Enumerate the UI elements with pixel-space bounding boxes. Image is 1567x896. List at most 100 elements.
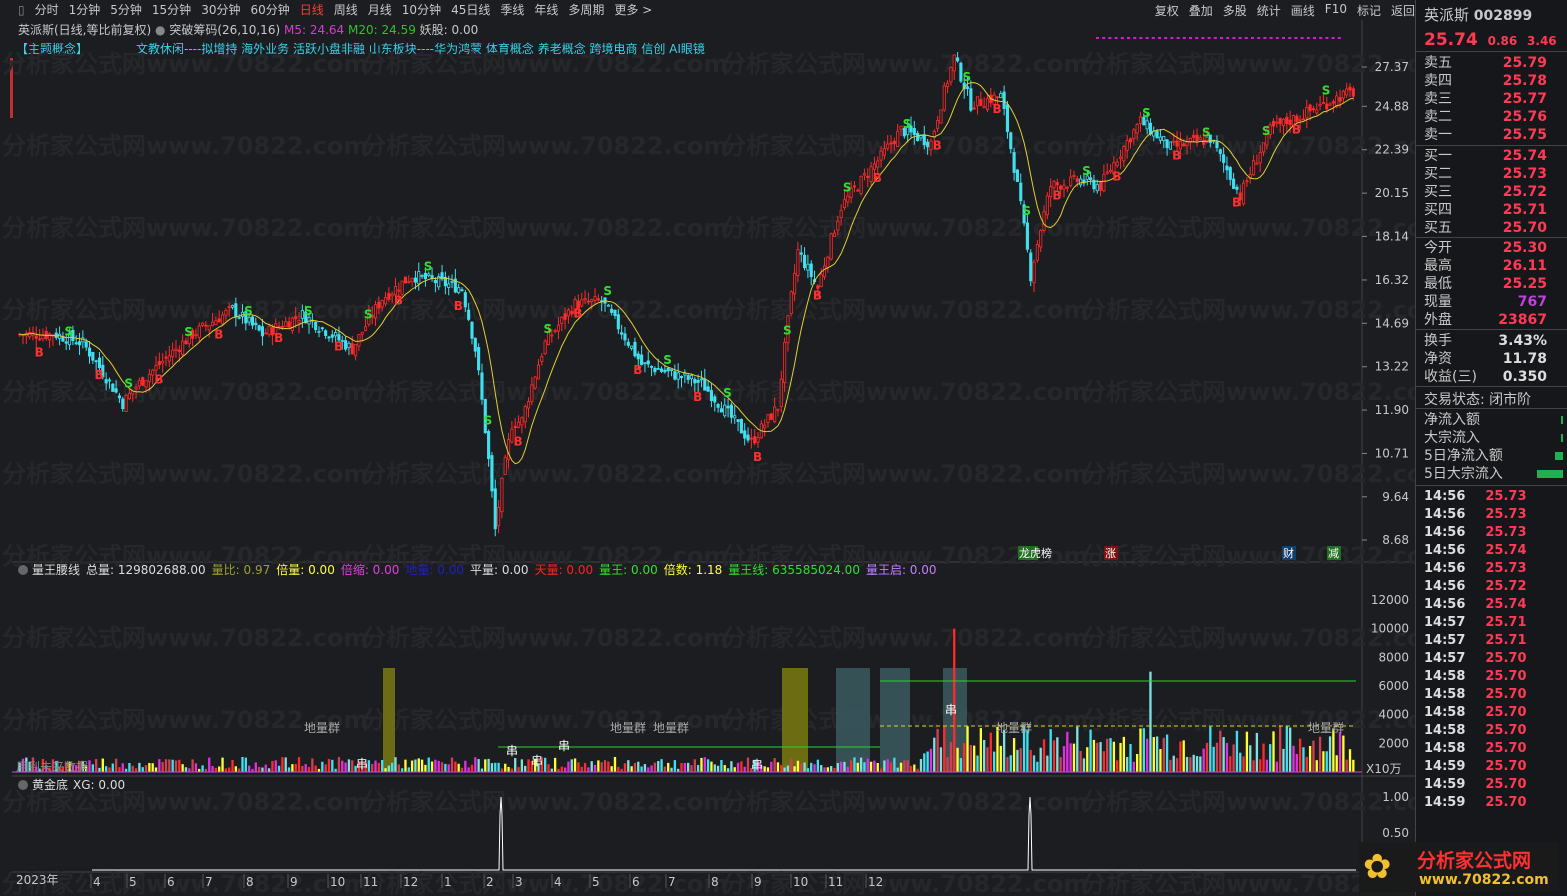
quote-value: 25.70	[1502, 220, 1547, 236]
date-axis-label: 6	[167, 875, 175, 889]
sell-signal: S	[424, 260, 433, 274]
signal-dot	[1102, 37, 1106, 39]
tick-price: 25.70	[1485, 741, 1527, 756]
volume-bar	[647, 767, 650, 772]
candle-body	[87, 347, 92, 357]
watermark-text: 分析家公式网www.70822.com	[722, 870, 1088, 896]
candle-body	[663, 369, 667, 373]
volume-bar	[1302, 747, 1305, 772]
volume-bar	[1032, 755, 1036, 772]
watermark-text: 分析家公式网www.70822.com	[1082, 706, 1415, 734]
volume-bar	[1002, 729, 1006, 772]
candle-body	[104, 379, 108, 384]
volume-bar	[1062, 746, 1066, 772]
volume-bar	[214, 767, 218, 772]
candle-body	[516, 421, 521, 428]
volume-bar	[726, 768, 730, 772]
chart-canvas[interactable]: 分析家公式网www.70822.com分析家公式网www.70822.com分析…	[0, 0, 1415, 896]
sell-signal: S	[543, 322, 552, 336]
candle-body	[1132, 129, 1136, 139]
volume-bar	[94, 759, 98, 772]
volume-bar	[1212, 746, 1215, 772]
volume-bar	[816, 759, 820, 772]
quote-row: 卖四 25.78	[1416, 72, 1567, 90]
volume-bar	[1199, 756, 1202, 772]
candle-body	[969, 88, 973, 111]
quote-label: 买一	[1424, 148, 1452, 164]
signal-dot	[1232, 37, 1236, 39]
candle-body	[1298, 118, 1302, 121]
quote-value: 3.43%	[1498, 333, 1547, 349]
price-axis-label: 10.71	[1375, 446, 1409, 460]
volume-bar	[899, 762, 903, 772]
tick-row: 14:58 25.70	[1416, 704, 1567, 722]
volume-bar	[297, 757, 301, 772]
candle-body	[1215, 141, 1219, 149]
price-axis-label: 22.39	[1375, 143, 1409, 157]
signal-dot	[1114, 37, 1118, 39]
candle-body	[383, 296, 388, 305]
collapse-icon[interactable]	[18, 780, 28, 790]
flow-label: 5日大宗流入	[1424, 466, 1503, 482]
sell-signal: S	[1322, 83, 1331, 97]
date-year-label: 2023年	[16, 873, 59, 887]
quote-value: 0.350	[1502, 369, 1547, 385]
buy-signal: B	[1052, 189, 1061, 203]
candle-body	[74, 342, 78, 345]
date-axis-label: 7	[205, 875, 213, 889]
volume-label-text: 地量群	[1308, 721, 1344, 735]
volume-bar	[806, 768, 810, 772]
volume-bar	[131, 765, 134, 772]
candle-body	[819, 273, 823, 288]
candle-body	[1042, 211, 1046, 231]
volume-bar	[633, 762, 637, 772]
volume-bar	[939, 747, 943, 772]
volume-bar	[148, 762, 151, 772]
volume-bar	[577, 762, 580, 772]
volume-bar	[1239, 752, 1242, 772]
volume-bar	[444, 763, 447, 772]
tick-time: 14:58	[1424, 669, 1466, 684]
volume-bar	[637, 761, 640, 772]
flow-bar	[1537, 470, 1563, 478]
vol-indicator-item: 倍量: 0.00	[276, 562, 335, 577]
volume-bar	[1036, 761, 1039, 772]
signal-dot	[1182, 37, 1186, 39]
candle-body	[284, 321, 288, 327]
collapse-icon[interactable]	[18, 565, 28, 575]
volume-bar	[979, 728, 983, 772]
volume-bar	[553, 757, 557, 772]
candle-body	[167, 355, 171, 362]
candle-body	[413, 277, 418, 283]
volume-bar	[866, 758, 869, 772]
candle-body	[613, 309, 617, 317]
volume-bar	[284, 757, 287, 772]
volume-bar	[114, 758, 118, 772]
candle-body	[91, 351, 95, 361]
candle-body	[124, 394, 128, 413]
sell-signal: S	[603, 284, 612, 298]
signal-dot	[1151, 37, 1155, 39]
volume-bar	[457, 763, 460, 772]
candle-body	[34, 335, 38, 339]
candle-body	[912, 128, 916, 136]
quote-row: 最低 25.25	[1416, 275, 1567, 293]
volume-bar	[134, 768, 138, 772]
sell-signal: S	[783, 323, 792, 337]
volume-label-text: 串	[751, 758, 763, 772]
volume-bar	[224, 768, 228, 772]
sell-signal: S	[1082, 164, 1091, 178]
quote-label: 换手	[1424, 333, 1452, 349]
candle-body	[683, 372, 687, 376]
volume-bar	[1162, 737, 1165, 772]
candle-body	[207, 325, 211, 331]
candle-body	[161, 360, 165, 364]
volume-bar	[770, 761, 773, 772]
volume-bar	[267, 768, 271, 772]
candle-body	[553, 330, 557, 333]
signal-dot	[1108, 37, 1112, 39]
volume-bar	[184, 767, 188, 772]
volume-bar	[271, 760, 274, 772]
buy-signal: B	[813, 289, 822, 303]
date-axis-label: 11	[363, 875, 378, 889]
